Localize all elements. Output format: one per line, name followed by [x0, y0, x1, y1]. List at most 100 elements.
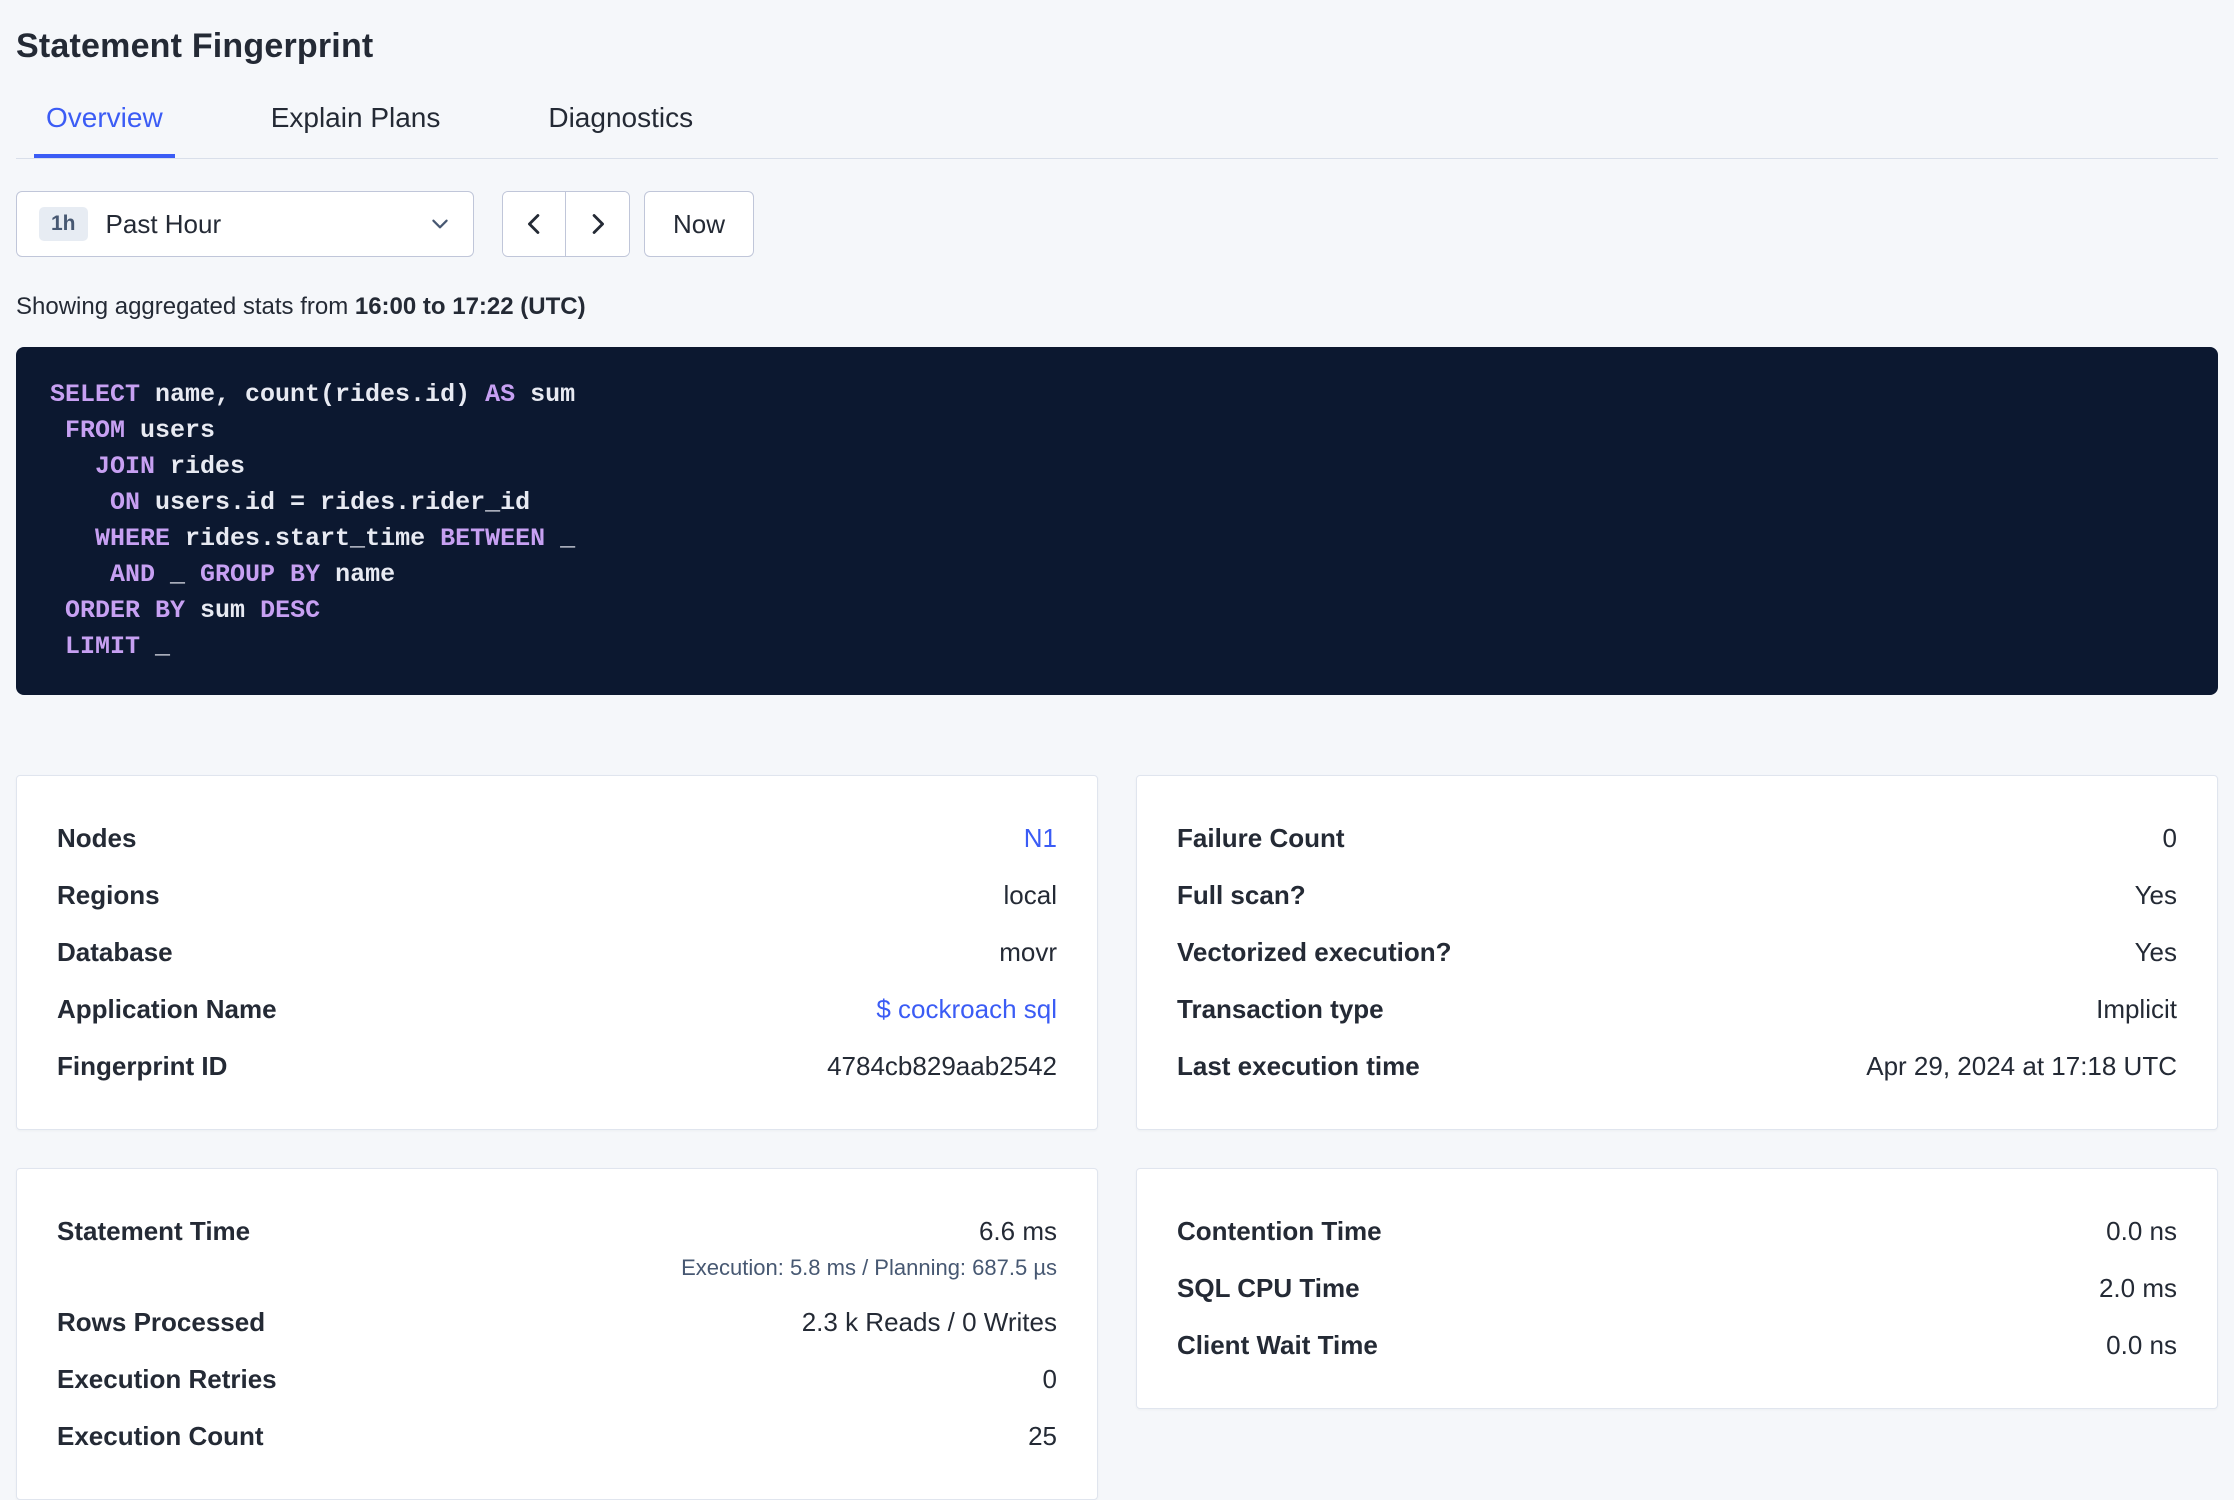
card-row: Contention Time 0.0 ns: [1177, 1203, 2177, 1260]
row-value-wrap: 2.3 k Reads / 0 Writes: [802, 1307, 1057, 1338]
sql-line: SELECT name, count(rides.id) AS sum: [50, 377, 2184, 413]
row-value-wrap: Yes: [2135, 880, 2177, 911]
card-row: Regions local: [57, 867, 1057, 924]
row-label: Vectorized execution?: [1177, 937, 1452, 967]
card-row: SQL CPU Time 2.0 ms: [1177, 1260, 2177, 1317]
chevron-left-icon: [521, 211, 547, 237]
card-row: Full scan? Yes: [1177, 867, 2177, 924]
sql-keyword: JOIN: [95, 452, 156, 481]
sql-text: sum: [185, 596, 261, 625]
aggregated-stats-status: Showing aggregated stats from 16:00 to 1…: [16, 293, 2218, 321]
card-row: Transaction type Implicit: [1177, 981, 2177, 1038]
sql-keyword: ORDER BY: [65, 596, 186, 625]
prev-range-button[interactable]: [503, 192, 566, 256]
row-value: 4784cb829aab2542: [827, 1051, 1057, 1081]
sql-line: ORDER BY sum DESC: [50, 593, 2184, 629]
sql-keyword: DESC: [260, 596, 321, 625]
sql-text: _: [155, 560, 201, 589]
sql-keyword: AS: [485, 380, 516, 409]
row-value: 25: [1028, 1421, 1057, 1451]
row-value-wrap: Apr 29, 2024 at 17:18 UTC: [1866, 1051, 2177, 1082]
row-value-link[interactable]: $ cockroach sql: [876, 994, 1057, 1025]
row-value-wrap: 25: [1028, 1421, 1057, 1452]
row-value: 2.3 k Reads / 0 Writes: [801, 1307, 1057, 1337]
time-range-label: Past Hour: [105, 208, 222, 239]
card-row: Vectorized execution? Yes: [1177, 924, 2177, 981]
card-row: Client Wait Time 0.0 ns: [1177, 1317, 2177, 1374]
timing-stats-card: Statement Time 6.6 ms Execution: 5.8 ms / …: [16, 1168, 1098, 1500]
row-value: 0.0 ns: [2106, 1216, 2177, 1246]
row-value: movr: [999, 937, 1057, 967]
row-value-link[interactable]: N1: [1024, 823, 1057, 854]
row-value-wrap: $ cockroach sql: [876, 994, 1057, 1025]
sql-text: users.id = rides.rider_id: [140, 488, 531, 517]
card-row: Database movr: [57, 924, 1057, 981]
row-value: 6.6 ms: [978, 1216, 1057, 1246]
row-value-wrap: 0: [1043, 1364, 1057, 1395]
sql-line: JOIN rides: [50, 449, 2184, 485]
sql-text: _: [140, 632, 171, 661]
sql-keyword: WHERE: [95, 524, 171, 553]
sql-statement-box: SELECT name, count(rides.id) AS sum FROM…: [16, 347, 2218, 695]
interval-badge: 1h: [39, 207, 88, 241]
card-row: Last execution time Apr 29, 2024 at 17:18…: [1177, 1038, 2177, 1095]
row-label: Client Wait Time: [1177, 1330, 1378, 1360]
status-prefix: Showing aggregated stats from: [16, 293, 355, 320]
chevron-down-icon: [429, 213, 451, 235]
sql-keyword: GROUP BY: [200, 560, 321, 589]
card-row: Fingerprint ID 4784cb829aab2542: [57, 1038, 1057, 1095]
sql-line: FROM users: [50, 413, 2184, 449]
row-value: Apr 29, 2024 at 17:18 UTC: [1866, 1051, 2177, 1081]
row-label: Rows Processed: [57, 1307, 266, 1337]
row-value-wrap: 0.0 ns: [2106, 1330, 2177, 1361]
tab-bar: Overview Explain Plans Diagnostics: [16, 92, 2218, 159]
row-label: Failure Count: [1177, 823, 1345, 853]
sql-text: users: [125, 416, 216, 445]
time-controls: 1h Past Hour Now: [16, 191, 2218, 257]
row-value-wrap: Yes: [2135, 937, 2177, 968]
sql-text: name: [320, 560, 396, 589]
row-label: Nodes: [57, 823, 137, 853]
card-row: Application Name $ cockroach sql: [57, 981, 1057, 1038]
sql-text: rides.start_time: [170, 524, 441, 553]
card-row: Execution Retries 0: [57, 1351, 1057, 1408]
statement-attributes-card: Nodes N1 Regions local Database movr Applicati…: [16, 775, 1098, 1130]
time-range-select[interactable]: 1h Past Hour: [16, 191, 474, 257]
card-row: Rows Processed 2.3 k Reads / 0 Writes: [57, 1294, 1057, 1351]
tab-overview[interactable]: Overview: [34, 92, 175, 158]
next-range-button[interactable]: [566, 192, 629, 256]
now-button[interactable]: Now: [644, 191, 755, 257]
row-label: Execution Count: [57, 1421, 264, 1451]
chevron-right-icon: [585, 211, 611, 237]
tab-explain-plans[interactable]: Explain Plans: [259, 92, 453, 158]
row-value: 2.0 ms: [2098, 1273, 2177, 1303]
sql-line: ON users.id = rides.rider_id: [50, 485, 2184, 521]
sql-text: rides: [155, 452, 246, 481]
row-value-wrap: movr: [999, 937, 1057, 968]
row-value-wrap: Implicit: [2096, 994, 2177, 1025]
status-range: 16:00 to 17:22 (UTC): [354, 293, 586, 320]
row-label: SQL CPU Time: [1177, 1273, 1360, 1303]
row-label: Execution Retries: [57, 1364, 277, 1394]
row-value-wrap: 6.6 ms Execution: 5.8 ms / Planning: 687.…: [681, 1216, 1057, 1281]
summary-cards: Nodes N1 Regions local Database movr Applicati…: [16, 775, 2218, 1500]
row-value: 0.0 ns: [2106, 1330, 2177, 1360]
row-label: Database: [57, 937, 173, 967]
card-row: Failure Count 0: [1177, 810, 2177, 867]
tab-diagnostics[interactable]: Diagnostics: [536, 92, 705, 158]
contention-stats-card: Contention Time 0.0 ns SQL CPU Time 2.0 ms C…: [1136, 1168, 2218, 1409]
row-value: Yes: [2134, 937, 2177, 967]
row-value-wrap: 4784cb829aab2542: [827, 1051, 1057, 1082]
execution-attributes-card: Failure Count 0 Full scan? Yes Vectorized ex…: [1136, 775, 2218, 1130]
sql-keyword: BETWEEN: [440, 524, 546, 553]
time-step-buttons: [502, 191, 630, 257]
sql-text: _: [545, 524, 576, 553]
sql-keyword: FROM: [65, 416, 126, 445]
row-label: Application Name: [57, 994, 277, 1024]
